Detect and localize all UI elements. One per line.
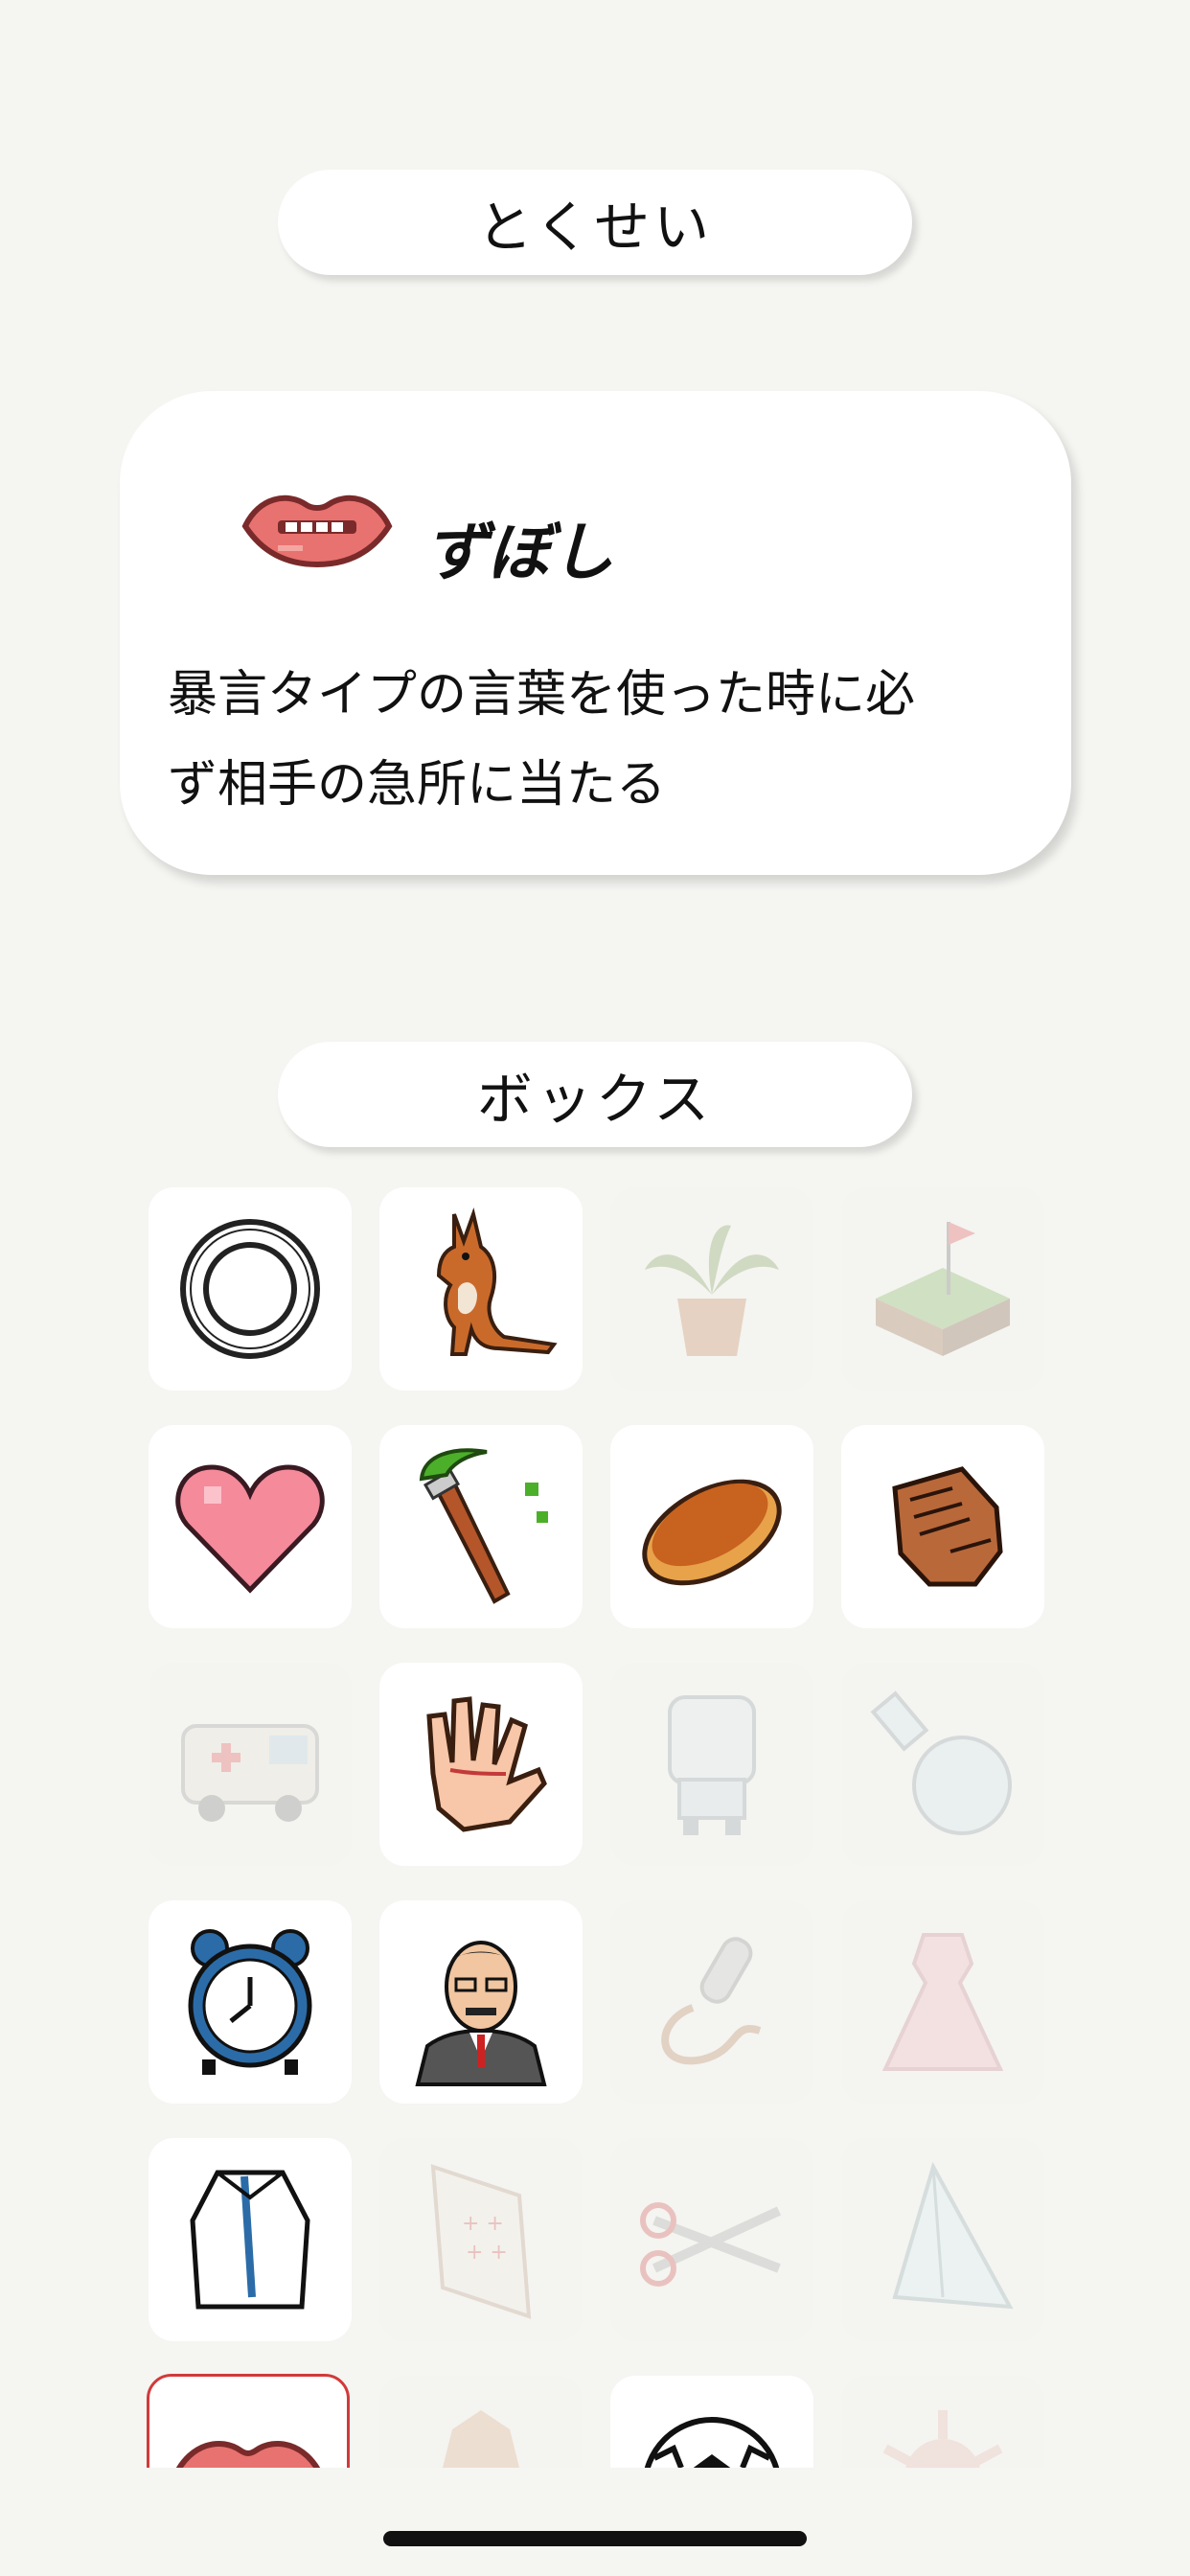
box-item-rock[interactable] — [379, 2376, 583, 2468]
svg-text:+ +: + + — [466, 2241, 508, 2265]
kangaroo-icon — [436, 1207, 558, 1356]
box-item-card[interactable]: + + + + — [379, 2138, 583, 2341]
rock-icon — [443, 2410, 519, 2468]
box-item-soccer-ball[interactable] — [610, 2376, 813, 2468]
box-item-heart[interactable] — [149, 1425, 352, 1628]
box-item-golf-green[interactable] — [841, 1187, 1044, 1391]
soccer-ball-icon — [644, 2417, 780, 2468]
card-icon: + + + + — [430, 2164, 532, 2319]
shirt-icon — [190, 2170, 310, 2310]
box-item-potted-plant[interactable] — [610, 1187, 813, 1391]
box-item-dress[interactable] — [841, 1900, 1044, 2104]
box-item-paper-plane[interactable] — [841, 2138, 1044, 2341]
box-item-microphone[interactable] — [610, 1900, 813, 2104]
flask-icon — [870, 1690, 1012, 1835]
box-item-fist[interactable] — [841, 1425, 1044, 1628]
robot-icon — [668, 1695, 756, 1835]
scissors-icon — [640, 2202, 782, 2287]
lips-icon — [176, 2441, 320, 2468]
box-item-businessman[interactable] — [379, 1900, 583, 2104]
box-item-pancake[interactable] — [610, 1425, 813, 1628]
golf-green-icon — [876, 1222, 1010, 1356]
pancake-icon — [642, 1479, 782, 1586]
box-item-alarm-clock[interactable] — [149, 1900, 352, 2104]
box-item-lips-selected[interactable] — [147, 2374, 350, 2468]
fist-icon — [892, 1466, 1003, 1587]
box-item-shirt[interactable] — [149, 2138, 352, 2341]
box-item-robot[interactable] — [610, 1663, 813, 1866]
box-item-scissors[interactable] — [610, 2138, 813, 2341]
box-item-virus[interactable] — [841, 2376, 1044, 2468]
dress-icon — [881, 1933, 1004, 2071]
paper-plane-icon — [892, 2161, 1014, 2310]
heart-icon — [175, 1464, 325, 1594]
box-item-ambulance[interactable] — [149, 1663, 352, 1866]
businessman-icon — [415, 1941, 547, 2086]
alarm-clock-icon — [188, 1929, 312, 2075]
hand-icon — [426, 1696, 547, 1832]
box-item-paintbrush[interactable] — [379, 1425, 583, 1628]
ring-target-icon — [180, 1219, 320, 1359]
microphone-icon — [661, 1937, 762, 2065]
box-item-ring-target[interactable] — [149, 1187, 352, 1391]
home-indicator[interactable] — [383, 2531, 807, 2546]
box-item-hand[interactable] — [379, 1663, 583, 1866]
svg-text:+ +: + + — [462, 2212, 504, 2236]
box-item-kangaroo[interactable] — [379, 1187, 583, 1391]
paintbrush-icon — [419, 1448, 548, 1604]
box-item-flask[interactable] — [841, 1663, 1044, 1866]
ambulance-icon — [181, 1724, 319, 1822]
virus-icon — [882, 2410, 1003, 2468]
box-grid: + + + + — [0, 0, 1190, 2468]
potted-plant-icon — [645, 1225, 779, 1356]
